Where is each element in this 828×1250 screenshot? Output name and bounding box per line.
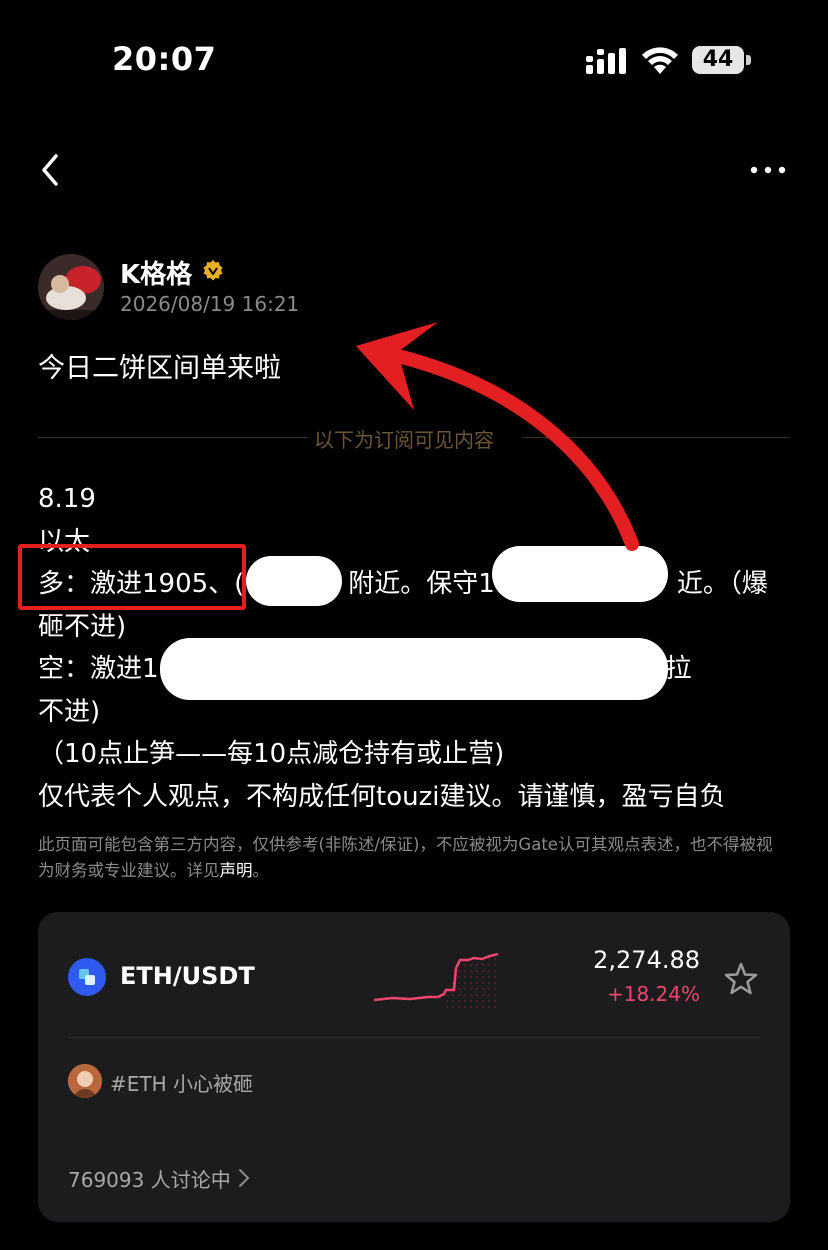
topic-tag[interactable]: #ETH 小心被砸 (110, 1068, 253, 1097)
disclaimer-text: 此页面可能包含第三方内容，仅供参考(非陈述/保证)，不应被视为Gate认可其观点… (38, 835, 773, 880)
disclaimer-link[interactable]: 声明 (220, 861, 253, 880)
card-divider (68, 1037, 760, 1038)
ticker-price: 2,274.88 (593, 946, 700, 974)
topic-avatar (68, 1064, 102, 1098)
chevron-right-icon[interactable] (238, 1168, 250, 1188)
star-icon[interactable] (722, 960, 760, 998)
avatar-photo-icon (68, 1064, 102, 1098)
price-sparkline (373, 952, 499, 1008)
eth-coin-icon (68, 958, 106, 996)
discussion-count[interactable]: 769093 人讨论中 (68, 1164, 231, 1193)
trading-pair[interactable]: ETH/USDT (120, 962, 255, 990)
ticker-change: +18.24% (606, 982, 700, 1006)
